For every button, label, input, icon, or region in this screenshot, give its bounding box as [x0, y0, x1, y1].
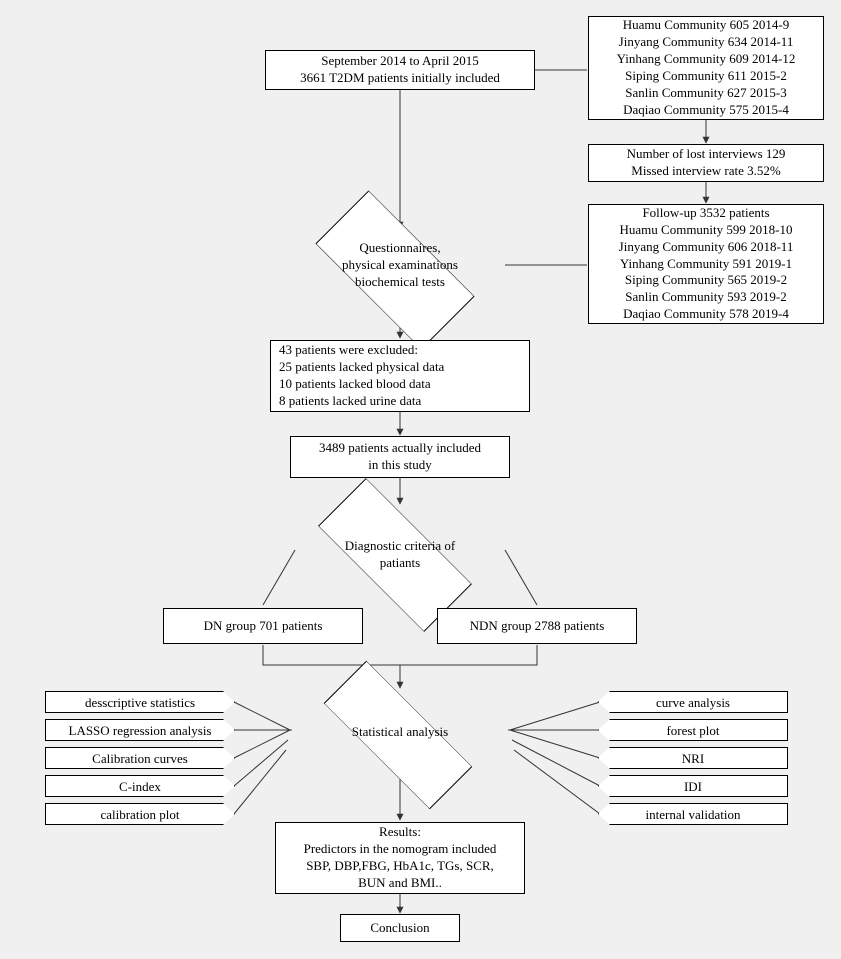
tag-forest-plot: forest plot: [598, 719, 788, 741]
text: September 2014 to April 2015: [321, 53, 478, 70]
text: 3661 T2DM patients initially included: [300, 70, 500, 87]
text: internal validation: [646, 808, 741, 821]
text: Results:: [379, 824, 421, 841]
tag-curve-analysis: curve analysis: [598, 691, 788, 713]
tag-lasso: LASSO regression analysis: [45, 719, 235, 741]
results-box: Results: Predictors in the nomogram incl…: [275, 822, 525, 894]
text: in this study: [368, 457, 432, 474]
text: BUN and BMI..: [358, 875, 442, 892]
text: Huamu Community 605 2014-9: [623, 17, 789, 34]
text: forest plot: [666, 724, 719, 737]
inclusion-box: September 2014 to April 2015 3661 T2DM p…: [265, 50, 535, 90]
text: calibration plot: [100, 808, 179, 821]
stat-diamond: [324, 661, 472, 809]
text: C-index: [119, 780, 161, 793]
text: NRI: [682, 752, 704, 765]
text: Sanlin Community 627 2015-3: [625, 85, 786, 102]
text: Siping Community 611 2015-2: [625, 68, 787, 85]
text: SBP, DBP,FBG, HbA1c, TGs, SCR,: [306, 858, 494, 875]
conclusion-box: Conclusion: [340, 914, 460, 942]
text: 25 patients lacked physical data: [279, 359, 444, 376]
text: Number of lost interviews 129: [627, 146, 786, 163]
text: Follow-up 3532 patients: [642, 205, 769, 222]
text: LASSO regression analysis: [69, 724, 212, 737]
text: IDI: [684, 780, 702, 793]
tag-calibration-plot: calibration plot: [45, 803, 235, 825]
excluded-box: 43 patients were excluded: 25 patients l…: [270, 340, 530, 412]
actually-included-box: 3489 patients actually included in this …: [290, 436, 510, 478]
tag-descriptive: desscriptive statistics: [45, 691, 235, 713]
tag-internal-validation: internal validation: [598, 803, 788, 825]
text: DN group 701 patients: [204, 618, 323, 635]
text: Siping Community 565 2019-2: [625, 272, 787, 289]
followup-box: Follow-up 3532 patients Huamu Community …: [588, 204, 824, 324]
questionnaires-diamond: [315, 190, 474, 349]
text: 43 patients were excluded:: [279, 342, 418, 359]
tag-nri: NRI: [598, 747, 788, 769]
text: 3489 patients actually included: [319, 440, 481, 457]
text: desscriptive statistics: [85, 696, 195, 709]
text: Sanlin Community 593 2019-2: [625, 289, 786, 306]
text: curve analysis: [656, 696, 730, 709]
text: Missed interview rate 3.52%: [631, 163, 780, 180]
tag-calibration-curves: Calibration curves: [45, 747, 235, 769]
text: Huamu Community 599 2018-10: [620, 222, 793, 239]
text: 10 patients lacked blood data: [279, 376, 431, 393]
tag-c-index: C-index: [45, 775, 235, 797]
tag-idi: IDI: [598, 775, 788, 797]
text: Daqiao Community 575 2015-4: [623, 102, 789, 119]
lost-interviews-box: Number of lost interviews 129 Missed int…: [588, 144, 824, 182]
text: NDN group 2788 patients: [470, 618, 605, 635]
text: Jinyang Community 606 2018-11: [619, 239, 794, 256]
text: 8 patients lacked urine data: [279, 393, 421, 410]
text: Yinhang Community 609 2014-12: [617, 51, 796, 68]
dn-group-box: DN group 701 patients: [163, 608, 363, 644]
text: Calibration curves: [92, 752, 188, 765]
text: Yinhang Community 591 2019-1: [620, 256, 792, 273]
text: Daqiao Community 578 2019-4: [623, 306, 789, 323]
initial-communities-box: Huamu Community 605 2014-9 Jinyang Commu…: [588, 16, 824, 120]
text: Conclusion: [370, 920, 429, 937]
text: Predictors in the nomogram included: [304, 841, 497, 858]
text: Jinyang Community 634 2014-11: [619, 34, 794, 51]
ndn-group-box: NDN group 2788 patients: [437, 608, 637, 644]
